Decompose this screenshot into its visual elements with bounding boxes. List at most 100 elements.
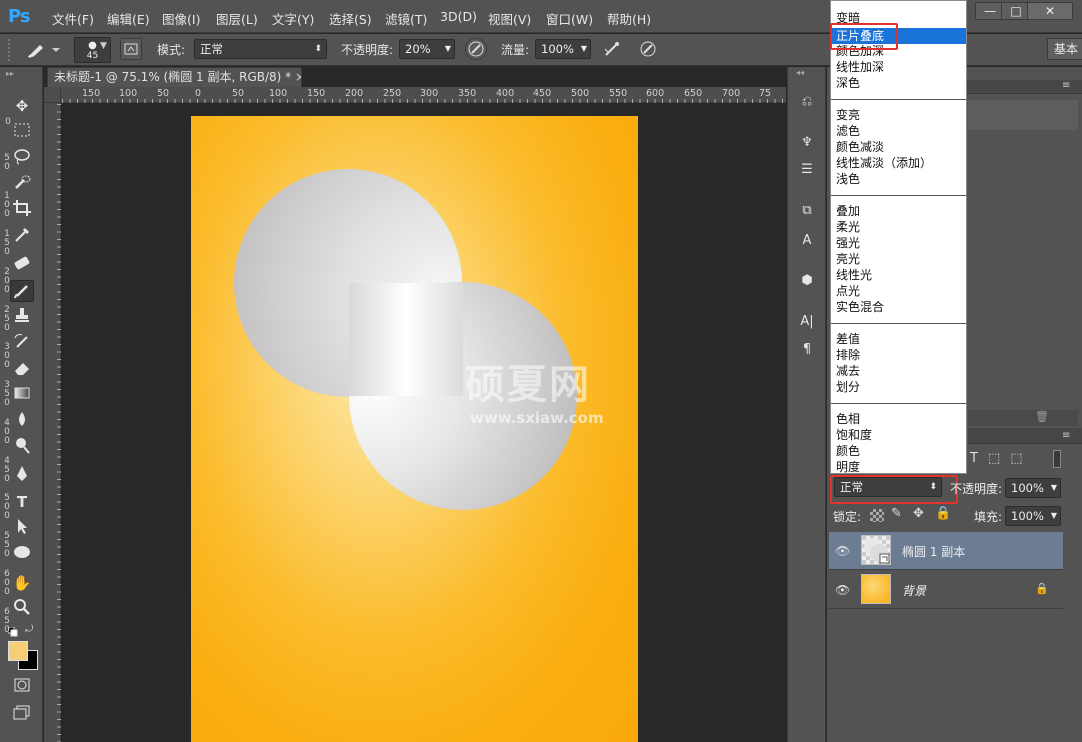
- blend-option[interactable]: 线性减淡（添加）: [832, 155, 966, 171]
- visibility-eye-icon[interactable]: 👁: [835, 583, 850, 597]
- layer-opacity-field[interactable]: 100% ▼: [1005, 478, 1061, 498]
- menu-filter[interactable]: 滤镜(T): [385, 9, 427, 28]
- blend-option[interactable]: 排除: [832, 347, 966, 363]
- lock-all-icon[interactable]: 🔒: [935, 506, 951, 521]
- eraser-tool-icon[interactable]: [10, 358, 34, 380]
- paragraph-panel-icon[interactable]: ¶: [796, 340, 818, 360]
- move-tool-icon[interactable]: ✥: [10, 95, 34, 117]
- document-tab[interactable]: 未标题-1 @ 75.1% (椭圆 1 副本, RGB/8) * ×: [47, 67, 302, 87]
- blend-option[interactable]: 饱和度: [832, 427, 966, 443]
- healing-brush-tool-icon[interactable]: [10, 254, 34, 276]
- upper-panel-menu-icon[interactable]: ≡: [1062, 80, 1070, 91]
- airbrush-icon[interactable]: [602, 39, 622, 59]
- blend-option[interactable]: 色相: [832, 411, 966, 427]
- menu-type[interactable]: 文字(Y): [272, 9, 314, 28]
- layer-filter-icons[interactable]: T⬚⬚: [970, 451, 1078, 469]
- quick-mask-icon[interactable]: [10, 676, 34, 698]
- blend-option[interactable]: 叠加: [832, 203, 966, 219]
- pen-tool-icon[interactable]: [10, 465, 34, 487]
- brush-tool-icon[interactable]: [10, 280, 34, 302]
- clone-source-icon[interactable]: ⧉: [796, 201, 818, 221]
- toolbar-collapse-icon[interactable]: ▸▸: [6, 69, 14, 78]
- ellipse-tool-icon[interactable]: [10, 543, 34, 565]
- pressure-size-icon[interactable]: [638, 39, 658, 59]
- lock-transparent-pixels-icon[interactable]: [870, 509, 884, 522]
- ruler-origin[interactable]: [44, 87, 61, 103]
- styles-panel-icon[interactable]: A: [796, 231, 818, 251]
- visibility-eye-icon[interactable]: 👁: [835, 544, 850, 558]
- marquee-tool-icon[interactable]: [10, 121, 34, 143]
- blend-option[interactable]: 亮光: [832, 251, 966, 267]
- adjustments-panel-icon[interactable]: ☰: [796, 160, 818, 180]
- blend-option[interactable]: 颜色减淡: [832, 139, 966, 155]
- blend-option[interactable]: 线性光: [832, 267, 966, 283]
- blend-option[interactable]: 滤色: [832, 123, 966, 139]
- hand-tool-icon[interactable]: ✋: [10, 572, 34, 594]
- blend-option[interactable]: 实色混合: [832, 299, 966, 315]
- blend-option[interactable]: 变亮: [832, 107, 966, 123]
- layers-panel-menu-icon[interactable]: ≡: [1062, 430, 1070, 441]
- layer-blend-mode-select[interactable]: 正常 ⬍: [834, 477, 942, 497]
- close-window-button[interactable]: ✕: [1027, 2, 1073, 20]
- document-canvas[interactable]: [191, 116, 638, 742]
- zoom-tool-icon[interactable]: [10, 598, 34, 620]
- lasso-tool-icon[interactable]: [10, 147, 34, 169]
- crop-tool-icon[interactable]: [10, 199, 34, 221]
- blend-option[interactable]: 明度: [832, 459, 966, 473]
- blend-mode-dropdown[interactable]: 变暗 正片叠底 颜色加深 线性加深 深色 变亮 滤色 颜色减淡 线性减淡（添加）…: [830, 0, 967, 474]
- path-selection-tool-icon[interactable]: [10, 517, 34, 539]
- lock-image-pixels-icon[interactable]: ✎: [891, 506, 902, 521]
- eyedropper-tool-icon[interactable]: [10, 225, 34, 247]
- layer-filter-toggle[interactable]: [1053, 450, 1061, 468]
- foreground-color-swatch[interactable]: [8, 641, 28, 661]
- dodge-tool-icon[interactable]: [10, 436, 34, 458]
- history-panel-icon[interactable]: ⎌: [796, 92, 818, 112]
- screen-mode-icon[interactable]: [10, 703, 34, 725]
- dock-collapse-icon[interactable]: ◂◂: [796, 68, 804, 77]
- layer-fill-field[interactable]: 100% ▼: [1005, 506, 1061, 526]
- flow-field[interactable]: 100% ▼: [535, 39, 591, 59]
- menu-layer[interactable]: 图层(L): [216, 9, 258, 28]
- brush-tool-preset-icon[interactable]: [24, 38, 64, 60]
- menu-view[interactable]: 视图(V): [488, 9, 531, 28]
- menu-3d[interactable]: 3D(D): [440, 9, 477, 24]
- upper-panel-delete-icon[interactable]: 🗑: [1035, 410, 1049, 423]
- gradient-tool-icon[interactable]: [10, 384, 34, 406]
- opacity-field[interactable]: 20% ▼: [399, 39, 455, 59]
- blend-option[interactable]: 线性加深: [832, 59, 966, 75]
- type-tool-icon[interactable]: T: [10, 491, 34, 513]
- history-brush-tool-icon[interactable]: [10, 332, 34, 354]
- lock-position-icon[interactable]: ✥: [913, 506, 924, 521]
- blend-option[interactable]: 差值: [832, 331, 966, 347]
- blend-option[interactable]: 柔光: [832, 219, 966, 235]
- brush-presets-icon[interactable]: ♆: [796, 133, 818, 153]
- layer-row-background[interactable]: 👁 背景 🔒: [829, 571, 1063, 609]
- 3d-panel-icon[interactable]: ⬢: [796, 271, 818, 291]
- blend-option[interactable]: 减去: [832, 363, 966, 379]
- blend-option[interactable]: 颜色: [832, 443, 966, 459]
- character-panel-icon[interactable]: A|: [796, 312, 818, 332]
- quick-selection-tool-icon[interactable]: [10, 173, 34, 195]
- menu-help[interactable]: 帮助(H): [607, 9, 651, 28]
- brush-panel-toggle-icon[interactable]: [120, 38, 142, 60]
- blend-option[interactable]: 划分: [832, 379, 966, 395]
- mode-select[interactable]: 正常 ⬍: [194, 39, 327, 59]
- options-grip[interactable]: [8, 39, 16, 61]
- brush-size-dropdown-arrow[interactable]: ▼: [100, 41, 107, 51]
- menu-select[interactable]: 选择(S): [329, 9, 372, 28]
- menu-edit[interactable]: 编辑(E): [107, 9, 150, 28]
- menu-window[interactable]: 窗口(W): [546, 9, 593, 28]
- blend-option[interactable]: 点光: [832, 283, 966, 299]
- blur-tool-icon[interactable]: [10, 410, 34, 432]
- clone-stamp-tool-icon[interactable]: [10, 306, 34, 328]
- pressure-opacity-icon[interactable]: [465, 38, 487, 60]
- blend-option[interactable]: 深色: [832, 75, 966, 91]
- blend-option[interactable]: 浅色: [832, 171, 966, 187]
- workspace-switcher[interactable]: 基本: [1047, 38, 1082, 60]
- layer-row-ellipse-copy[interactable]: 👁 椭圆 1 副本: [829, 532, 1063, 570]
- blend-option[interactable]: 强光: [832, 235, 966, 251]
- swap-colors-icon[interactable]: ⤾: [25, 624, 33, 635]
- menu-file[interactable]: 文件(F): [52, 9, 94, 28]
- menu-image[interactable]: 图像(I): [162, 9, 200, 28]
- document-tab-close-icon[interactable]: ×: [295, 70, 301, 84]
